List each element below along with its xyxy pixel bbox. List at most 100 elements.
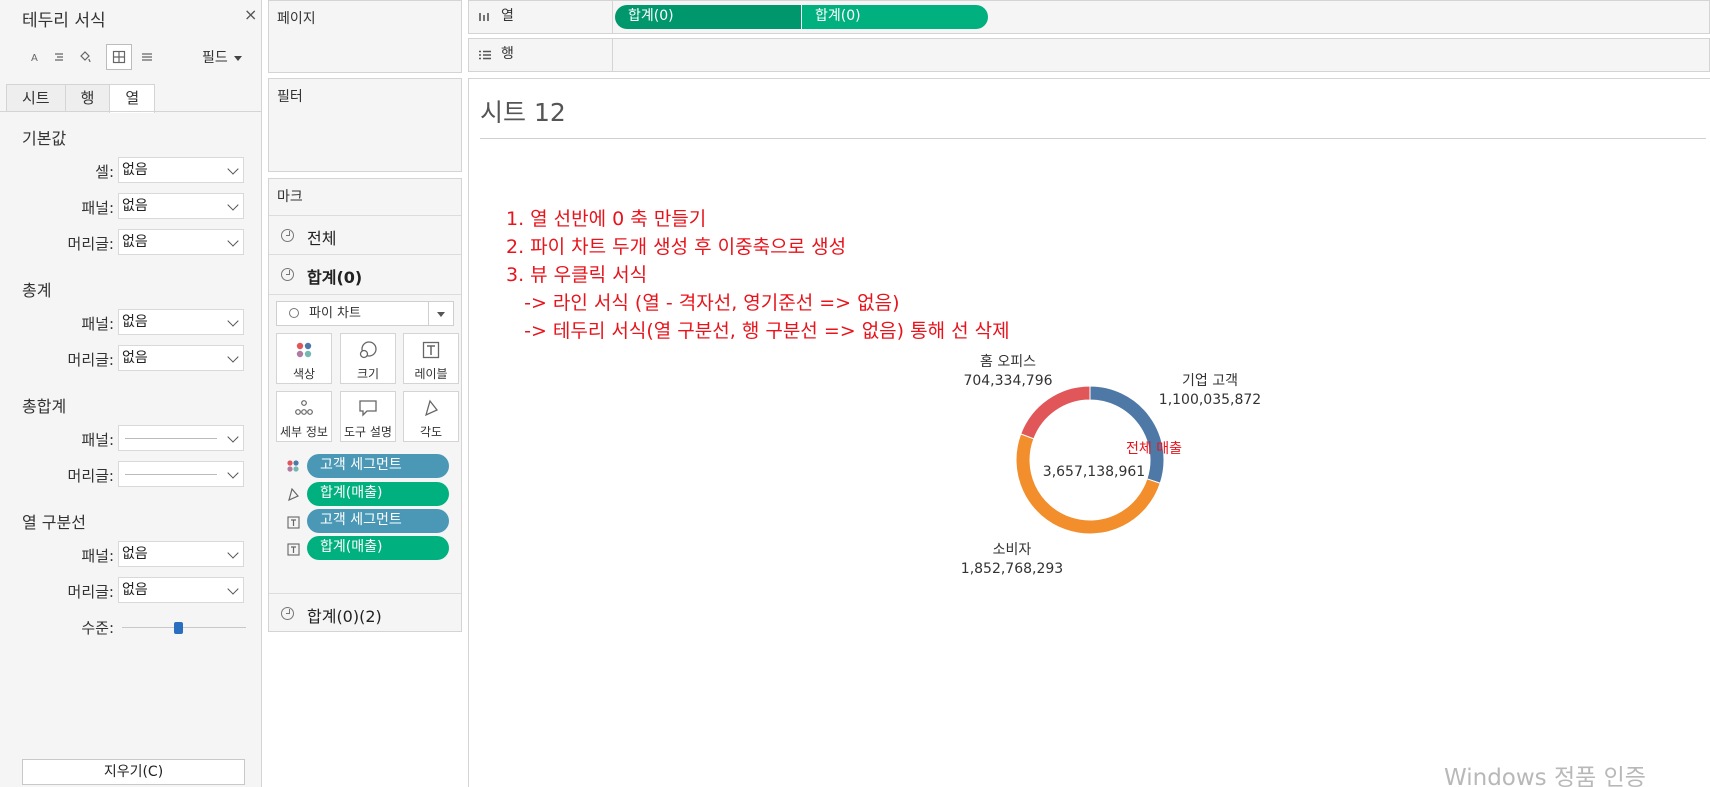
rows-icon [479, 50, 491, 60]
section-column-divider: 열 구분선 [22, 513, 86, 532]
total-pane-dropdown[interactable]: 없음 [118, 309, 244, 335]
close-icon[interactable]: × [244, 5, 257, 24]
line-style-preview [125, 474, 217, 475]
dropdown-separator [428, 302, 429, 325]
slider-knob[interactable] [174, 622, 183, 634]
line-style-preview [125, 438, 217, 439]
marks-layer2-label: 합계(0)(2) [307, 607, 382, 626]
mark-type-value: 파이 차트 [309, 306, 361, 321]
mark-type-dropdown[interactable]: 파이 차트 [276, 301, 454, 326]
field-dropdown-label: 필드 [202, 50, 228, 66]
columns-icon [479, 13, 489, 21]
filters-card-title: 필터 [277, 89, 303, 105]
chevron-down-icon [227, 467, 239, 479]
divider-header-value: 없음 [122, 582, 148, 598]
marks-pill-sales-angle[interactable]: 합계(매출) [307, 482, 449, 506]
annotation-line-1: 1. 열 선반에 0 축 만들기 [506, 208, 707, 230]
color-icon [277, 340, 331, 360]
default-cell-label: 셀: [95, 163, 114, 181]
label-button[interactable]: 레이블 [403, 333, 459, 384]
size-button[interactable]: 크기 [340, 333, 396, 384]
default-pane-dropdown[interactable]: 없음 [118, 193, 244, 219]
marks-pill-segment-label[interactable]: 고객 세그먼트 [307, 509, 449, 533]
label-icon [286, 515, 300, 529]
default-pane-label: 패널: [81, 199, 114, 217]
tooltip-icon [341, 398, 395, 418]
marks-pill-segment-color[interactable]: 고객 세그먼트 [307, 454, 449, 478]
shading-format-icon[interactable] [72, 44, 98, 70]
level-slider[interactable] [122, 622, 246, 634]
rows-shelf[interactable]: 행 [468, 38, 1710, 72]
tab-rows[interactable]: 행 [64, 84, 111, 112]
chevron-down-icon [227, 163, 239, 175]
total-pane-label: 패널: [81, 315, 114, 333]
tooltip-button-label: 도구 설명 [344, 425, 392, 439]
columns-pill-1[interactable]: 합계(0) [615, 5, 801, 29]
windows-activation-watermark: Windows 정품 인증 [1444, 765, 1646, 787]
default-cell-dropdown[interactable]: 없음 [118, 157, 244, 183]
detail-icon [277, 398, 331, 418]
total-header-dropdown[interactable]: 없음 [118, 345, 244, 371]
tooltip-button[interactable]: 도구 설명 [340, 391, 396, 442]
divider-header-dropdown[interactable]: 없음 [118, 577, 244, 603]
grand-total-pane-dropdown[interactable] [118, 425, 244, 451]
default-pane-value: 없음 [122, 198, 148, 214]
label-button-label: 레이블 [414, 367, 448, 381]
field-dropdown[interactable]: 필드 [202, 47, 243, 67]
section-default: 기본값 [22, 129, 67, 148]
marks-all-label: 전체 [307, 229, 337, 248]
pie-mark-icon [289, 308, 299, 318]
grand-total-header-dropdown[interactable] [118, 461, 244, 487]
alignment-format-icon[interactable] [46, 44, 72, 70]
marks-pill-sales-label[interactable]: 합계(매출) [307, 536, 449, 560]
caret-down-icon [234, 55, 243, 61]
chevron-down-icon [227, 351, 239, 363]
marks-layer2-row[interactable]: 합계(0)(2) [269, 593, 461, 631]
tab-columns[interactable]: 열 [109, 84, 156, 113]
filters-card[interactable]: 필터 [268, 78, 462, 172]
divider-level-label: 수준: [81, 619, 114, 637]
font-format-icon[interactable]: A [22, 44, 48, 70]
clear-button[interactable]: 지우기(C) [22, 759, 245, 785]
segment-name-corporate: 기업 고객 [1182, 373, 1238, 389]
size-button-label: 크기 [356, 367, 380, 381]
tab-sheet[interactable]: 시트 [6, 84, 66, 112]
marks-layer1-label: 합계(0) [307, 268, 363, 287]
detail-button[interactable]: 세부 정보 [276, 391, 332, 442]
total-header-label: 머리글: [67, 351, 114, 369]
label-icon [404, 340, 458, 360]
grand-total-header-label: 머리글: [67, 467, 114, 485]
chevron-down-icon [227, 199, 239, 211]
annotation-line-3: 3. 뷰 우클릭 서식 [506, 264, 648, 286]
divider-pane-dropdown[interactable]: 없음 [118, 541, 244, 567]
angle-button[interactable]: 각도 [403, 391, 459, 442]
marks-layer1-row[interactable]: 합계(0) [269, 255, 461, 295]
lines-format-icon[interactable] [134, 44, 160, 70]
columns-shelf[interactable]: 열 합계(0) 합계(0) [468, 0, 1710, 34]
annotation-line-4: -> 라인 서식 (열 - 격자선, 영기준선 => 없음) [506, 292, 900, 314]
donut-center-value: 3,657,138,961 [1042, 464, 1146, 480]
chevron-down-icon [227, 431, 239, 443]
segment-value-consumer: 1,852,768,293 [960, 561, 1064, 577]
donut-center-label: 전체 매출 [1126, 441, 1182, 457]
donut-slice-home-office[interactable] [1020, 385, 1091, 440]
pages-card[interactable]: 페이지 [268, 0, 462, 73]
columns-pill-2[interactable]: 합계(0) [802, 5, 988, 29]
marks-all-row[interactable]: 전체 [269, 215, 461, 255]
label-icon [286, 542, 300, 556]
default-header-label: 머리글: [67, 235, 114, 253]
segment-value-home-office: 704,334,796 [963, 373, 1053, 389]
default-header-dropdown[interactable]: 없음 [118, 229, 244, 255]
borders-format-icon[interactable] [106, 44, 132, 70]
sheet-title: 시트 12 [480, 98, 566, 127]
section-grand-total: 총합계 [22, 397, 67, 416]
color-button[interactable]: 색상 [276, 333, 332, 384]
chevron-down-icon [227, 315, 239, 327]
tab-divider [0, 111, 261, 112]
slider-track [122, 627, 246, 628]
default-cell-value: 없음 [122, 162, 148, 178]
format-pane-title: 테두리 서식 [22, 11, 106, 31]
grand-total-pane-label: 패널: [81, 431, 114, 449]
divider-pane-label: 패널: [81, 547, 114, 565]
rows-shelf-label: 행 [469, 39, 613, 71]
